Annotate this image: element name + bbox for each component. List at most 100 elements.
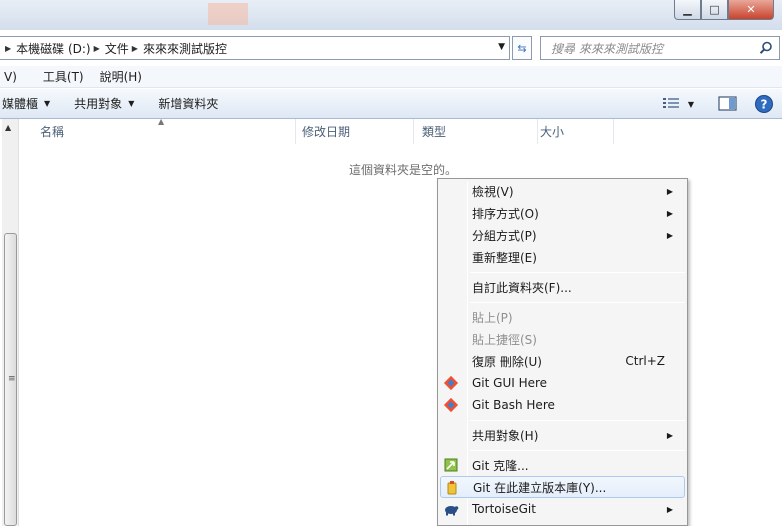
menu-item-share-with[interactable]: 共用對象(H) ▶ xyxy=(440,424,685,446)
menu-item-git-create-repo[interactable]: Git 在此建立版本庫(Y)... xyxy=(440,476,685,498)
menu-item-paste-shortcut[interactable]: 貼上捷徑(S) xyxy=(440,328,685,350)
column-type[interactable]: 類型 xyxy=(414,119,538,144)
context-menu: 檢視(V) ▶ 排序方式(O) ▶ 分組方式(P) ▶ 重新整理(E) 自訂此資… xyxy=(437,178,688,526)
tortoisegit-icon xyxy=(445,506,459,516)
breadcrumb-arrow-icon[interactable]: ▶ xyxy=(132,44,138,53)
menu-item-refresh[interactable]: 重新整理(E) xyxy=(440,246,685,268)
svg-text:?: ? xyxy=(761,98,768,112)
chevron-down-icon: ▼ xyxy=(128,99,135,108)
maximize-icon: □ xyxy=(709,3,720,16)
git-logo-icon xyxy=(443,397,459,413)
share-with-button[interactable]: 共用對象 ▼ xyxy=(74,95,134,112)
git-logo-icon xyxy=(443,375,459,391)
menu-separator xyxy=(470,302,685,303)
preview-pane-icon[interactable] xyxy=(718,96,738,112)
help-icon[interactable]: ? xyxy=(754,94,774,114)
menu-item-tortoisegit[interactable]: TortoiseGit ▶ xyxy=(440,498,685,520)
submenu-arrow-icon: ▶ xyxy=(666,430,673,440)
address-history-dropdown-icon[interactable]: ▼ xyxy=(498,42,505,52)
media-library-label: 媒體櫃 xyxy=(2,97,39,111)
submenu-arrow-icon: ▶ xyxy=(666,208,673,218)
toolbar-right: ▼ ? xyxy=(662,94,774,114)
menu-view[interactable]: V) xyxy=(0,70,25,84)
menu-item-git-bash[interactable]: Git Bash Here xyxy=(440,394,685,416)
column-type-label: 類型 xyxy=(422,125,447,139)
menu-item-label: Git Bash Here xyxy=(472,398,555,412)
change-view-button[interactable]: ▼ xyxy=(662,97,694,111)
menu-item-view[interactable]: 檢視(V) ▶ xyxy=(440,180,685,202)
vertical-scrollbar[interactable]: ▲ ≡ xyxy=(2,119,19,526)
scroll-thumb[interactable]: ≡ xyxy=(4,233,17,526)
empty-folder-message: 這個資料夾是空的。 xyxy=(349,163,458,177)
details-view-icon xyxy=(662,98,679,108)
column-header-row: 名稱 ▲ 修改日期 類型 大小 xyxy=(20,117,782,144)
menu-item-sort-by[interactable]: 排序方式(O) ▶ xyxy=(440,202,685,224)
title-bar-decoration xyxy=(208,3,248,25)
menu-item-label: 自訂此資料夾(F)... xyxy=(472,280,572,295)
menu-separator xyxy=(470,272,685,273)
shortcut-label: Ctrl+Z xyxy=(625,354,665,368)
maximize-button[interactable]: □ xyxy=(701,0,728,20)
menu-item-label: TortoiseGit xyxy=(472,502,536,516)
breadcrumb-arrow-icon[interactable]: ▶ xyxy=(94,44,100,53)
breadcrumb-arrow-icon[interactable]: ▶ xyxy=(5,44,11,53)
clone-icon xyxy=(444,458,458,472)
menu-help[interactable]: 說明(H) xyxy=(96,68,150,85)
title-bar: ▁ □ ✕ xyxy=(0,0,782,30)
new-folder-label: 新增資料夾 xyxy=(158,97,219,111)
address-bar[interactable]: ▶ 本機磁碟 (D:) ▶ 文件 ▶ 來來來測試版控 ▼ xyxy=(0,36,510,60)
menu-item-paste[interactable]: 貼上(P) xyxy=(440,306,685,328)
sort-ascending-icon: ▲ xyxy=(158,117,165,126)
share-with-label: 共用對象 xyxy=(74,97,123,111)
refresh-icon: ⇆ xyxy=(517,41,527,55)
column-name-label: 名稱 xyxy=(40,125,65,139)
menu-item-group-by[interactable]: 分組方式(P) ▶ xyxy=(440,224,685,246)
menu-item-label: 貼上捷徑(S) xyxy=(472,332,537,347)
window-controls: ▁ □ ✕ xyxy=(674,0,774,20)
column-date-label: 修改日期 xyxy=(302,125,351,139)
menu-item-label: Git 克隆... xyxy=(472,458,529,473)
new-folder-button[interactable]: 新增資料夾 xyxy=(158,95,218,112)
close-button[interactable]: ✕ xyxy=(728,0,774,20)
minimize-button[interactable]: ▁ xyxy=(674,0,701,20)
breadcrumb-drive[interactable]: 本機磁碟 (D:) xyxy=(16,40,90,57)
menu-item-git-gui[interactable]: Git GUI Here xyxy=(440,372,685,394)
column-name[interactable]: 名稱 ▲ xyxy=(20,117,296,144)
menu-item-customize-folder[interactable]: 自訂此資料夾(F)... xyxy=(440,276,685,298)
menu-item-label: Git GUI Here xyxy=(472,376,548,390)
menu-item-label: 共用對象(H) xyxy=(472,428,539,443)
close-icon: ✕ xyxy=(746,3,756,16)
refresh-button[interactable]: ⇆ xyxy=(512,36,532,60)
menu-item-label: 分組方式(P) xyxy=(472,228,537,243)
chevron-down-icon: ▼ xyxy=(687,99,694,109)
submenu-arrow-icon: ▶ xyxy=(666,230,673,240)
menu-bar: V) 工具(T) 說明(H) xyxy=(0,66,782,88)
menu-item-label: Git 在此建立版本庫(Y)... xyxy=(473,480,607,495)
command-bar: 媒體櫃 ▼ 共用對象 ▼ 新增資料夾 ▼ ? xyxy=(0,89,782,119)
menu-separator xyxy=(470,450,685,451)
menu-item-label: 貼上(P) xyxy=(472,310,513,325)
column-size[interactable]: 大小 xyxy=(538,119,614,144)
menu-item-label: 排序方式(O) xyxy=(472,206,539,221)
menu-item-label: 重新整理(E) xyxy=(472,250,537,265)
menu-tools[interactable]: 工具(T) xyxy=(39,68,92,85)
menu-item-label: 復原 刪除(U) xyxy=(472,354,542,369)
breadcrumb-current-folder[interactable]: 來來來測試版控 xyxy=(143,40,227,57)
scroll-grip-icon: ≡ xyxy=(8,374,16,384)
search-placeholder: 搜尋 來來來測試版控 xyxy=(551,41,663,56)
breadcrumb-documents[interactable]: 文件 xyxy=(105,40,129,57)
minimize-icon: ▁ xyxy=(683,3,692,16)
menu-separator xyxy=(470,420,685,421)
search-input[interactable]: 搜尋 來來來測試版控 xyxy=(540,36,780,60)
search-icon[interactable] xyxy=(759,41,773,55)
column-date-modified[interactable]: 修改日期 xyxy=(296,119,414,144)
scroll-up-arrow-icon[interactable]: ▲ xyxy=(5,123,11,132)
menu-item-git-clone[interactable]: Git 克隆... xyxy=(440,454,685,476)
column-size-label: 大小 xyxy=(540,125,565,139)
media-library-button[interactable]: 媒體櫃 ▼ xyxy=(2,95,50,112)
menu-item-undo-delete[interactable]: 復原 刪除(U) Ctrl+Z xyxy=(440,350,685,372)
submenu-arrow-icon: ▶ xyxy=(666,504,673,514)
submenu-arrow-icon: ▶ xyxy=(666,186,673,196)
menu-item-label: 檢視(V) xyxy=(472,184,514,199)
create-repository-icon xyxy=(447,481,457,495)
